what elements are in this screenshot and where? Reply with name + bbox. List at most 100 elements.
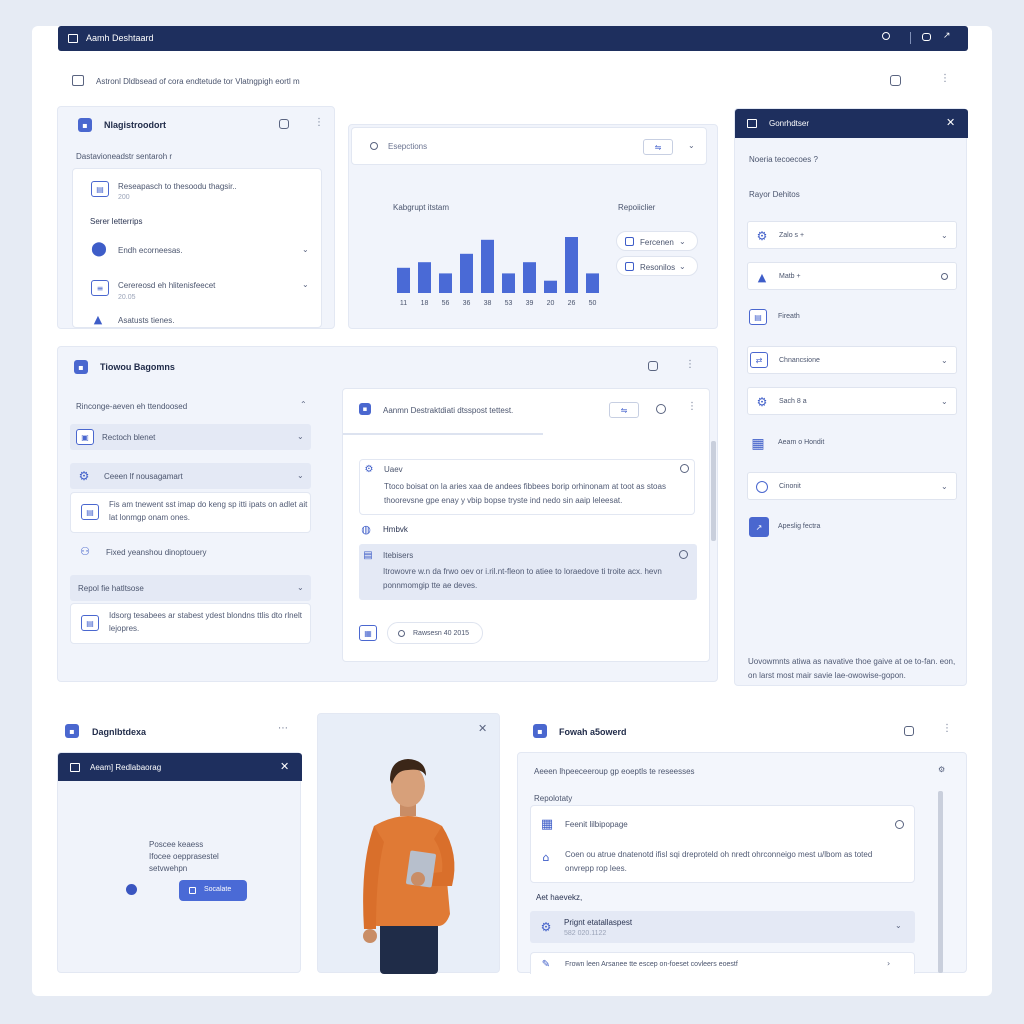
- reply-icon[interactable]: [679, 550, 688, 559]
- bar-7[interactable]: [544, 280, 557, 293]
- modal-text: setvwehpn: [149, 864, 188, 873]
- chevron-icon[interactable]: ↗: [943, 31, 951, 41]
- list-item-label[interactable]: Asatusts tienes.: [118, 316, 174, 325]
- bar-5[interactable]: [502, 273, 515, 293]
- list-row[interactable]: ⚙ Prignt etatallaspest 582 020.1122 ⌄: [530, 911, 915, 943]
- chevron-down-icon[interactable]: ⌄: [688, 141, 695, 150]
- topic-row-label: Ceeen lf nousagamart: [104, 472, 183, 481]
- chevron-down-icon: ⌄: [679, 237, 686, 246]
- chevron-up-icon[interactable]: ⌃: [300, 400, 307, 409]
- right-item-label[interactable]: Apeslig fectra: [778, 523, 820, 530]
- right-item[interactable]: ▲ Matb +: [747, 262, 957, 290]
- building-icon: ▦: [751, 436, 765, 452]
- bar-2[interactable]: [439, 273, 452, 293]
- submit-button[interactable]: Socalate: [179, 880, 247, 901]
- legend-item[interactable]: Resonilos ⌄: [616, 256, 698, 276]
- reply-icon[interactable]: [680, 464, 689, 473]
- notification-icon[interactable]: [890, 75, 901, 86]
- right-panel-footer: Uovowmnts atiwa as navative thoe gaive a…: [748, 657, 956, 680]
- edit-icon: ✎: [541, 958, 551, 970]
- search-icon: [370, 142, 378, 150]
- info-card-text: Coen ou atrue dnatenotd ifisl sqi drepro…: [565, 850, 873, 873]
- gear-icon: ⚙: [540, 920, 552, 934]
- right-item-label[interactable]: Aeam o Hondit: [778, 439, 824, 446]
- calendar-icon: ▦: [359, 625, 377, 641]
- chevron-right-icon: ›: [887, 959, 891, 968]
- topic-item-label[interactable]: Fixed yeanshou dinoptouery: [106, 548, 207, 557]
- right-item[interactable]: ⚙ Sach 8 a ⌄: [747, 387, 957, 415]
- calendar-icon: [70, 763, 80, 772]
- close-icon[interactable]: ✕: [280, 760, 289, 773]
- right-item[interactable]: Cinonit ⌄: [747, 472, 957, 500]
- bottom-right-title: Fowah a5owerd: [559, 727, 627, 737]
- person-illustration: [363, 759, 455, 974]
- document-icon: ▤: [91, 181, 109, 197]
- bar-9[interactable]: [586, 273, 599, 293]
- app-frame: Aamh Deshtaard ↗ Astronl Dldbsead of cor…: [32, 26, 992, 996]
- list-item-label[interactable]: Endh ecorneesas.: [118, 246, 183, 255]
- bar-8[interactable]: [565, 237, 578, 293]
- section-label: Repolotaty: [534, 794, 573, 803]
- chevron-down-icon[interactable]: ⌄: [302, 280, 309, 289]
- search-label[interactable]: Esepctions: [388, 142, 427, 151]
- bottom-right-subtitle: Aeeen lhpeeceeroup gp eoeptls te reseess…: [534, 767, 695, 776]
- more-icon[interactable]: ⋮: [942, 723, 952, 734]
- x-tick-label: 56: [442, 300, 450, 307]
- settings-icon[interactable]: ⚙: [938, 765, 945, 774]
- person-image-panel: ✕: [317, 713, 500, 974]
- card-tab-line: [343, 433, 543, 435]
- bar-6[interactable]: [523, 262, 536, 293]
- topic-row[interactable]: Repol fie hatltsose ⌄: [70, 575, 311, 601]
- topic-row[interactable]: ▣ Rectoch blenet ⌄: [70, 424, 311, 450]
- modal-text: Ifocee oepprasestel: [149, 852, 219, 861]
- search-field[interactable]: Rawsesn 40 2015: [387, 622, 483, 644]
- more-icon[interactable]: ⋮: [685, 359, 695, 370]
- chevron-down-icon: ⌄: [941, 231, 948, 240]
- users-icon: ⚇: [80, 544, 90, 558]
- legend-item[interactable]: Fercenen ⌄: [616, 231, 698, 251]
- bar-0[interactable]: [397, 267, 410, 293]
- right-item[interactable]: ⚙ Zalo s + ⌄: [747, 221, 957, 249]
- legend-lock-icon: [625, 237, 634, 246]
- management-panel: ▪ Nlagistroodort ⋮ Dastavioneadstr senta…: [57, 106, 335, 329]
- info-card: ▦ Feenit lilbipopage ⌂ Coen ou atrue dna…: [530, 805, 915, 883]
- panel-title: Nlagistroodort: [104, 120, 166, 130]
- chevron-down-icon[interactable]: ⌄: [302, 245, 309, 254]
- topic-card: ▤ Fis am tnewent sst imap do keng sp itt…: [70, 492, 311, 533]
- modal-title: Aeam] Redlabaorag: [90, 763, 162, 772]
- lock-icon[interactable]: [648, 361, 658, 371]
- lock-icon: [189, 887, 196, 894]
- info-icon[interactable]: [656, 404, 666, 414]
- detail-card-title: Aanmn Destraktdiati dtsspost tettest.: [383, 406, 514, 415]
- bottom-left-panel: Aeam] Redlabaorag ✕ Poscee keaess Ifocee…: [57, 752, 302, 973]
- right-item[interactable]: ⇄ Chnancsione ⌄: [747, 346, 957, 374]
- more-icon[interactable]: ⋯: [278, 723, 288, 734]
- close-icon[interactable]: ✕: [946, 116, 955, 129]
- clock-icon[interactable]: [895, 820, 904, 829]
- list-item-label[interactable]: Cerereosd eh hlitenisfeecet: [118, 281, 215, 290]
- settings-icon: ⚙: [756, 229, 768, 243]
- lock-icon[interactable]: [904, 726, 914, 736]
- search-icon[interactable]: [882, 32, 890, 40]
- filter-button[interactable]: ⇋: [609, 402, 639, 418]
- more-icon[interactable]: ⋮: [687, 401, 697, 412]
- bell-icon[interactable]: [922, 33, 931, 41]
- right-item-label[interactable]: Fireath: [778, 313, 800, 320]
- list-row[interactable]: ✎ Frown leen Arsanee tte escep on-foeset…: [530, 952, 915, 974]
- bottom-right-panel: Aeeen lhpeeceeroup gp eoeptls te reseess…: [517, 752, 967, 974]
- bar-4[interactable]: [481, 239, 494, 293]
- topic-row[interactable]: ⚙ Ceeen lf nousagamart ⌄: [70, 463, 311, 489]
- filter-button[interactable]: ⇋: [643, 139, 673, 155]
- more-icon[interactable]: ⋮: [940, 73, 950, 84]
- more-icon[interactable]: ⋮: [314, 117, 324, 128]
- scrollbar[interactable]: [711, 441, 716, 541]
- chart-icon: ↗: [749, 517, 769, 537]
- lock-icon[interactable]: [279, 119, 289, 129]
- chart-title: Kabgrupt itstam: [393, 203, 450, 212]
- modal-text: Poscee keaess: [149, 840, 204, 849]
- transfer-icon: ⇄: [750, 352, 768, 368]
- scrollbar[interactable]: [938, 791, 943, 973]
- bar-1[interactable]: [418, 262, 431, 293]
- home-icon[interactable]: [72, 75, 84, 86]
- bar-3[interactable]: [460, 253, 473, 293]
